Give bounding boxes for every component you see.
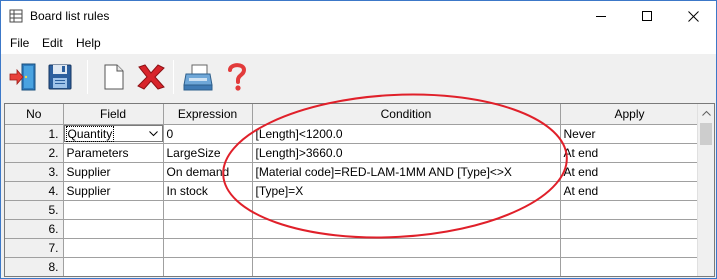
new-document-icon [104,64,124,90]
toolbar [1,54,716,100]
table-row: 1. Quantity 0 [Length]<1200.0 Never [5,124,700,144]
table-row: 2. Parameters LargeSize [Length]>3660.0 … [5,143,700,163]
window-title: Board list rules [30,9,110,23]
board-list-rules-window: Board list rules File Edit Help No Field… [0,0,717,279]
field-cell[interactable] [63,219,164,239]
row-number[interactable]: 8. [5,257,64,276]
field-cell[interactable] [63,200,164,220]
title-bar[interactable]: Board list rules [1,1,716,32]
field-cell[interactable] [63,257,164,276]
scroll-thumb[interactable] [700,123,712,145]
menu-file[interactable]: File [10,36,29,50]
print-button[interactable] [181,59,215,95]
save-floppy-icon [48,64,72,90]
row-number[interactable]: 5. [5,200,64,220]
table-row: 6. [5,219,700,239]
apply-cell[interactable] [560,257,700,276]
dropdown-button[interactable] [146,127,161,140]
apply-cell[interactable] [560,238,700,258]
expression-cell[interactable]: LargeSize [163,143,253,163]
vertical-scrollbar[interactable] [697,104,714,276]
expression-cell[interactable] [163,257,253,276]
apply-cell[interactable]: At end [560,143,700,163]
save-button[interactable] [43,59,77,95]
condition-cell[interactable]: [Material code]=RED-LAM-1MM AND [Type]<>… [252,162,561,182]
table-row: 5. [5,200,700,220]
printer-icon [183,64,213,91]
column-header-expression[interactable]: Expression [163,104,253,125]
condition-cell[interactable] [252,257,561,276]
maximize-icon [641,11,652,21]
condition-cell[interactable] [252,200,561,220]
field-cell[interactable]: Parameters [63,143,164,163]
minimize-icon [595,16,606,17]
expression-cell[interactable] [163,200,253,220]
row-number[interactable]: 1. [5,124,64,144]
column-header-condition[interactable]: Condition [252,104,561,125]
field-combobox-value: Quantity [65,126,115,142]
row-number[interactable]: 6. [5,219,64,239]
delete-x-icon [137,64,165,90]
table-row: 3. Supplier On demand [Material code]=RE… [5,162,700,182]
close-button[interactable] [670,1,716,32]
apply-cell[interactable] [560,219,700,239]
rules-grid[interactable]: No Field Expression Condition Apply 1. Q… [4,103,715,277]
field-cell[interactable]: Quantity [63,124,164,144]
expression-cell[interactable]: In stock [163,181,253,201]
condition-cell[interactable] [252,219,561,239]
row-number[interactable]: 4. [5,181,64,201]
help-button[interactable] [220,59,254,95]
app-icon [9,9,23,23]
field-combobox[interactable]: Quantity [63,125,162,142]
minimize-button[interactable] [578,1,624,32]
row-number[interactable]: 7. [5,238,64,258]
exit-button[interactable] [7,59,41,95]
chevron-up-icon [702,110,711,116]
table-row: 4. Supplier In stock [Type]=X At end [5,181,700,201]
delete-button[interactable] [134,59,168,95]
column-header-no[interactable]: No [5,104,64,125]
new-button[interactable] [96,59,130,95]
apply-cell[interactable]: At end [560,162,700,182]
condition-cell[interactable]: [Type]=X [252,181,561,201]
field-cell[interactable]: Supplier [63,162,164,182]
menu-help[interactable]: Help [76,36,101,50]
row-number[interactable]: 2. [5,143,64,163]
table-row: 8. [5,257,700,276]
apply-cell[interactable]: Never [560,124,700,144]
field-cell[interactable]: Supplier [63,181,164,201]
rules-table: No Field Expression Condition Apply 1. Q… [5,104,700,276]
menu-bar: File Edit Help [1,32,716,54]
expression-cell[interactable]: On demand [163,162,253,182]
condition-cell[interactable]: [Length]<1200.0 [252,124,561,144]
field-cell[interactable] [63,238,164,258]
expression-cell[interactable] [163,238,253,258]
apply-cell[interactable] [560,200,700,220]
header-row: No Field Expression Condition Apply [5,104,700,125]
apply-cell[interactable]: At end [560,181,700,201]
chevron-down-icon [148,130,158,136]
column-header-field[interactable]: Field [63,104,164,125]
exit-door-icon [9,63,36,91]
menu-edit[interactable]: Edit [42,36,63,50]
expression-cell[interactable]: 0 [163,124,253,144]
close-icon [687,11,699,22]
column-header-apply[interactable]: Apply [560,104,700,125]
condition-cell[interactable]: [Length]>3660.0 [252,143,561,163]
toolbar-separator [173,60,174,94]
condition-cell[interactable] [252,238,561,258]
scroll-up-button[interactable] [698,104,714,121]
expression-cell[interactable] [163,219,253,239]
help-question-icon [228,63,247,91]
table-row: 7. [5,238,700,258]
row-number[interactable]: 3. [5,162,64,182]
toolbar-separator [87,60,88,94]
maximize-button[interactable] [624,1,670,32]
